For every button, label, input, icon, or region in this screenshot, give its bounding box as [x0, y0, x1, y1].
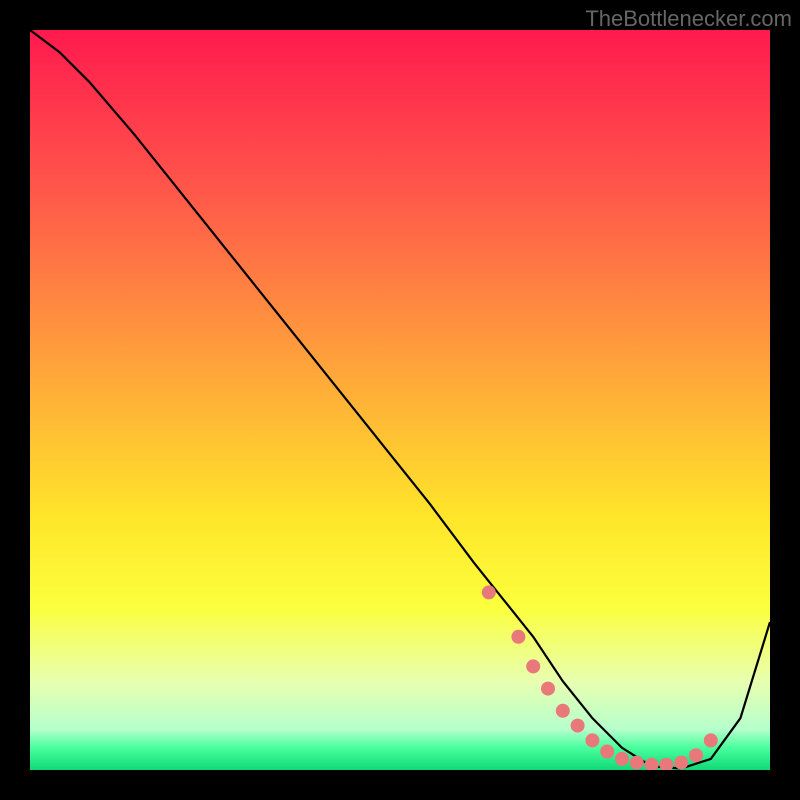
marker-dot [571, 719, 585, 733]
bottleneck-chart [30, 30, 770, 770]
marker-dot [511, 630, 525, 644]
marker-dot [585, 733, 599, 747]
marker-dot [556, 704, 570, 718]
gradient-background [30, 30, 770, 770]
watermark-text: TheBottlenecker.com [585, 6, 792, 32]
marker-dot [541, 682, 555, 696]
marker-dot [600, 745, 614, 759]
marker-dot [615, 752, 629, 766]
marker-dot [526, 659, 540, 673]
marker-dot [689, 748, 703, 762]
marker-dot [482, 585, 496, 599]
marker-dot [704, 733, 718, 747]
marker-dot [630, 756, 644, 770]
marker-dot [674, 756, 688, 770]
